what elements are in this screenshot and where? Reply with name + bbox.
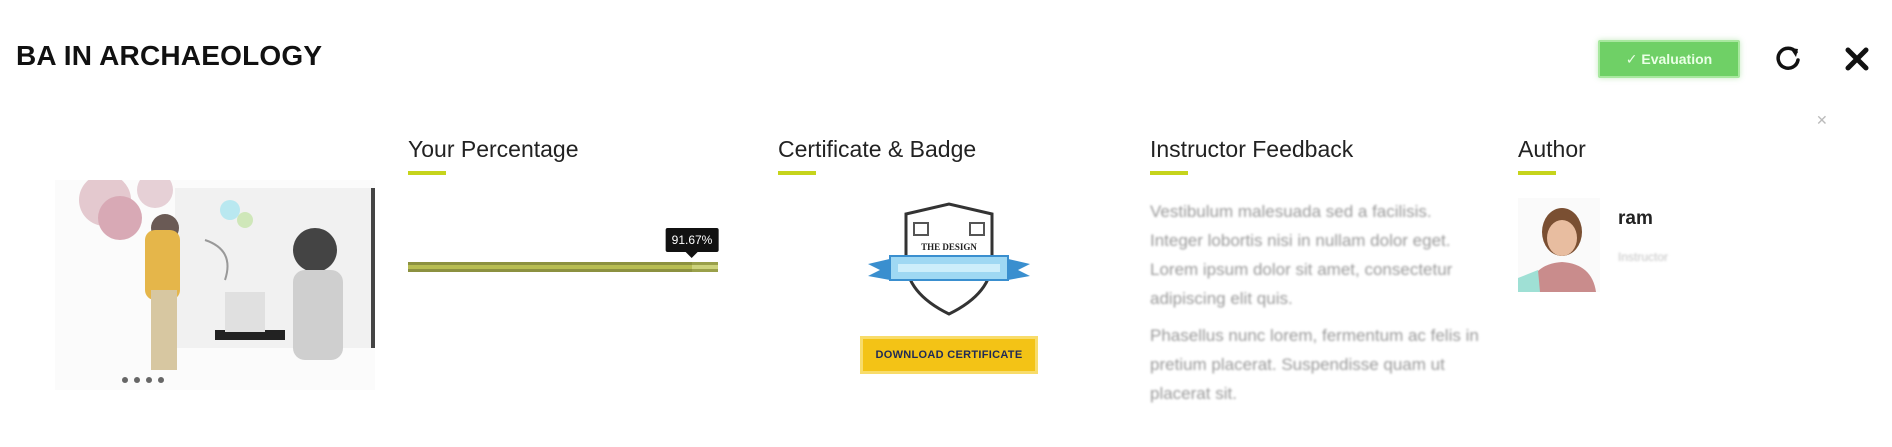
author-subtitle: Instructor	[1618, 250, 1669, 264]
certificate-heading: Certificate & Badge	[778, 136, 977, 162]
feedback-paragraph: Vestibulum malesuada sed a facilisis. In…	[1150, 202, 1453, 308]
download-certificate-label: DOWNLOAD CERTIFICATE	[875, 349, 1023, 361]
modal-header: BA IN ARCHAEOLOGY ✓ Evaluation	[0, 0, 1892, 110]
heading-underline	[1518, 171, 1556, 175]
feedback-text: Vestibulum malesuada sed a facilisis. In…	[1150, 197, 1480, 408]
refresh-icon	[1776, 46, 1800, 70]
download-certificate-button[interactable]: DOWNLOAD CERTIFICATE	[860, 336, 1038, 374]
progress-bar: 91.67%	[408, 226, 719, 272]
certificate-section: Certificate & Badge THE DESIGN DOWNLOAD …	[778, 136, 1108, 374]
status-label: ✓ Evaluation	[1625, 50, 1713, 67]
heading-underline	[778, 171, 816, 175]
evaluation-status-button[interactable]: ✓ Evaluation	[1598, 40, 1740, 78]
badge-icon: THE DESIGN	[868, 202, 1030, 316]
author-section: Author ram Instructor	[1518, 136, 1778, 292]
percentage-heading: Your Percentage	[408, 136, 579, 162]
author-name[interactable]: ram	[1618, 208, 1668, 230]
author-card: ram Instructor	[1518, 198, 1668, 292]
avatar[interactable]	[1518, 198, 1600, 292]
dismiss-icon[interactable]: ✕	[1816, 112, 1828, 129]
feedback-heading: Instructor Feedback	[1150, 136, 1354, 162]
course-title: BA IN ARCHAEOLOGY	[16, 40, 323, 71]
author-heading: Author	[1518, 136, 1586, 162]
heading-underline	[408, 171, 446, 175]
feedback-paragraph: Phasellus nunc lorem, fermentum ac felis…	[1150, 326, 1479, 403]
feedback-section: Instructor Feedback Vestibulum malesuada…	[1150, 136, 1480, 416]
heading-underline	[1150, 171, 1188, 175]
progress-fill	[408, 262, 692, 272]
badge-text: THE DESIGN	[921, 242, 977, 252]
refresh-button[interactable]	[1770, 40, 1806, 76]
percentage-section: Your Percentage 91.67%	[408, 136, 738, 272]
close-icon	[1845, 47, 1869, 71]
close-button[interactable]	[1840, 42, 1874, 76]
course-image	[55, 180, 375, 390]
progress-tooltip: 91.67%	[665, 228, 719, 252]
